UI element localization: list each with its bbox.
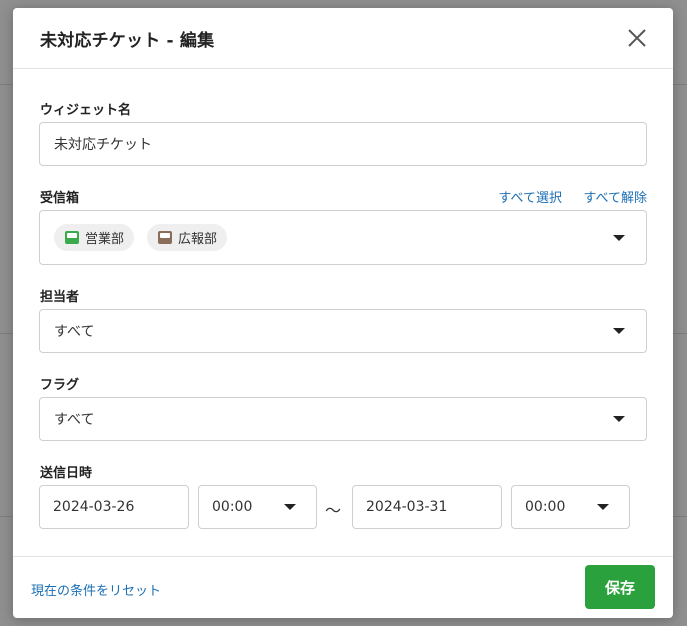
widget-name-label: ウィジェット名 — [40, 103, 132, 118]
assignee-value: すべて — [54, 324, 95, 340]
inbox-icon — [158, 231, 173, 244]
flag-label: フラグ — [40, 378, 80, 393]
background-divider — [673, 516, 687, 517]
inbox-label: 受信箱 — [40, 191, 80, 206]
end-date-value: 2024-03-31 — [366, 499, 448, 515]
select-all-link[interactable]: すべて選択 — [498, 187, 562, 206]
save-button[interactable]: 保存 — [585, 565, 655, 609]
date-range-separator: 〜 — [325, 501, 342, 520]
chevron-down-icon — [613, 416, 625, 422]
end-time-select[interactable]: 00:00 — [511, 485, 630, 529]
assignee-select[interactable]: すべて — [39, 309, 647, 353]
chevron-down-icon — [597, 504, 609, 510]
chevron-down-icon — [613, 328, 625, 334]
widget-name-input[interactable]: 未対応チケット — [39, 122, 647, 166]
dialog-header: 未対応チケット - 編集 — [13, 8, 673, 69]
background-divider — [0, 84, 14, 85]
dialog-footer: 現在の条件をリセット 保存 — [13, 556, 673, 618]
sent-date-label: 送信日時 — [40, 466, 93, 481]
inbox-chip-label: 営業部 — [85, 232, 125, 247]
close-button[interactable] — [626, 27, 648, 49]
edit-widget-dialog: 未対応チケット - 編集 ウィジェット名 未対応チケット 受信箱 すべて選択 す… — [13, 8, 673, 618]
inbox-multiselect[interactable]: 営業部 広報部 — [39, 210, 647, 265]
background-divider — [673, 84, 687, 85]
flag-select[interactable]: すべて — [39, 397, 647, 441]
chevron-down-icon — [613, 234, 625, 241]
end-date-input[interactable]: 2024-03-31 — [352, 485, 502, 529]
background-divider — [0, 516, 14, 517]
inbox-icon — [65, 231, 79, 244]
inbox-chip[interactable]: 営業部 — [54, 224, 135, 251]
flag-value: すべて — [54, 412, 95, 428]
reset-conditions-link[interactable]: 現在の条件をリセット — [31, 580, 161, 599]
dialog-title: 未対応チケット - 編集 — [40, 30, 215, 51]
start-time-value: 00:00 — [212, 499, 253, 515]
start-date-input[interactable]: 2024-03-26 — [39, 485, 189, 529]
start-time-select[interactable]: 00:00 — [198, 485, 317, 529]
chevron-down-icon — [284, 504, 296, 510]
end-time-value: 00:00 — [525, 499, 566, 515]
widget-name-value: 未対応チケット — [54, 137, 152, 153]
assignee-label: 担当者 — [40, 290, 80, 305]
close-icon — [628, 29, 646, 47]
background-divider — [0, 333, 14, 334]
inbox-chip-label: 広報部 — [178, 232, 218, 247]
start-date-value: 2024-03-26 — [53, 499, 135, 515]
background-divider — [673, 333, 687, 334]
deselect-all-link[interactable]: すべて解除 — [583, 187, 647, 206]
inbox-chip[interactable]: 広報部 — [147, 224, 228, 251]
